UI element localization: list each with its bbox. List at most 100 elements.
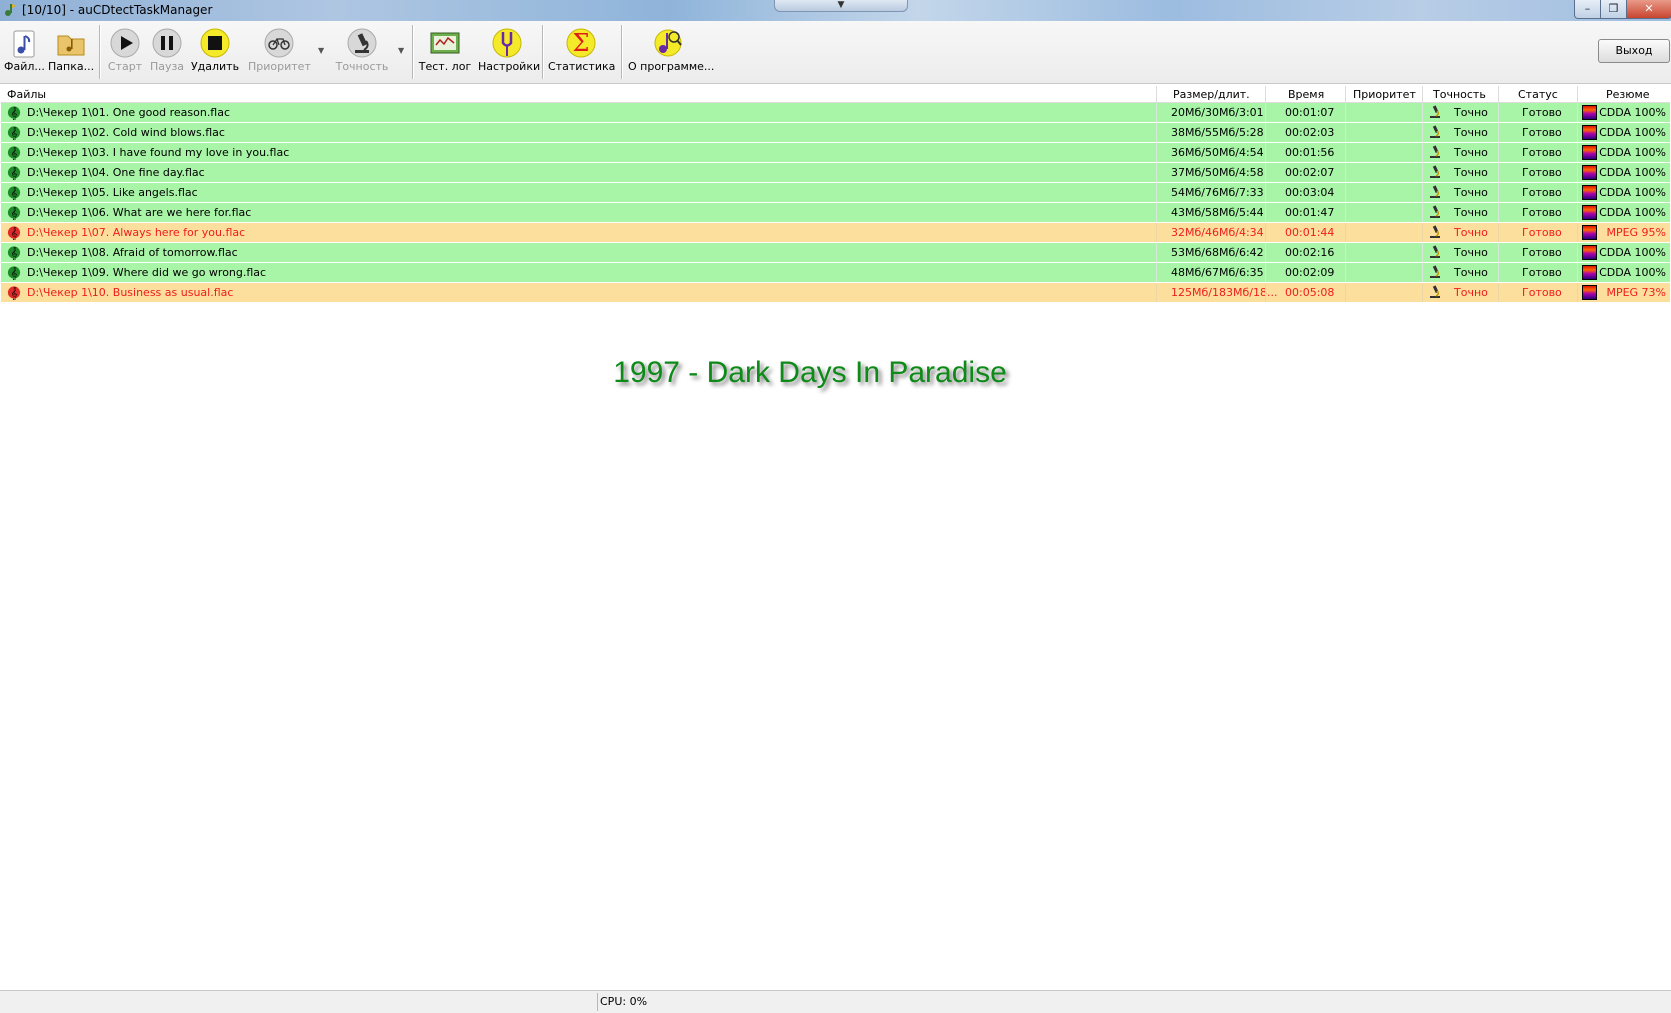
table-row[interactable]: 𝄞 D:\Чекер 1\02. Cold wind blows.flac 38Мб… [1, 123, 1670, 143]
status-value: Готово [1522, 266, 1562, 279]
pause-icon [152, 28, 182, 58]
accuracy-value: Точно [1454, 286, 1488, 299]
summary-value: CDDA 100% [1599, 146, 1666, 159]
column-divider [1577, 283, 1578, 302]
header-size[interactable]: Размер/длит. [1173, 88, 1250, 101]
status-bar: CPU: 0% [0, 990, 1671, 1013]
svg-text:𝄞: 𝄞 [11, 167, 18, 180]
treble-clef-icon: 𝄞 [7, 246, 21, 260]
header-time[interactable]: Время [1288, 88, 1324, 101]
column-divider [1265, 283, 1266, 302]
header-accuracy[interactable]: Точность [1433, 88, 1486, 101]
column-divider [1156, 86, 1157, 102]
column-divider [1577, 263, 1578, 282]
column-divider [1265, 86, 1266, 102]
column-divider [1577, 123, 1578, 142]
elapsed-time: 00:03:04 [1285, 186, 1335, 199]
table-row[interactable]: 𝄞 D:\Чекер 1\08. Afraid of tomorrow.flac 5… [1, 243, 1670, 263]
accuracy-value: Точно [1454, 226, 1488, 239]
table-row[interactable]: 𝄞 D:\Чекер 1\07. Always here for you.flac… [1, 223, 1670, 243]
svg-text:𝄞: 𝄞 [11, 107, 18, 120]
column-divider [1498, 283, 1499, 302]
microscope-icon [1430, 265, 1440, 278]
start-button[interactable]: Старт [105, 25, 145, 81]
sigma-icon: Σ [566, 28, 596, 58]
cpu-usage: CPU: 0% [600, 995, 648, 1008]
treble-clef-icon: 𝄞 [7, 126, 21, 140]
treble-clef-icon: 𝄞 [7, 206, 21, 220]
table-row[interactable]: 𝄞 D:\Чекер 1\06. What are we here for.fla… [1, 203, 1670, 223]
column-divider [1265, 143, 1266, 162]
add-folder-button[interactable]: Папка... [48, 25, 94, 81]
table-row[interactable]: 𝄞 D:\Чекер 1\05. Like angels.flac 54Мб/76М… [1, 183, 1670, 203]
header-summary[interactable]: Резюме [1606, 88, 1650, 101]
album-title-label: 1997 - Dark Days In Paradise [613, 356, 1007, 389]
priority-dropdown-arrow[interactable]: ▼ [318, 46, 324, 55]
about-note-icon [654, 29, 682, 57]
column-divider [1345, 203, 1346, 222]
header-status[interactable]: Статус [1518, 88, 1558, 101]
file-path: D:\Чекер 1\09. Where did we go wrong.fla… [27, 266, 267, 279]
accuracy-value: Точно [1454, 146, 1488, 159]
column-divider [1498, 263, 1499, 282]
accuracy-value: Точно [1454, 186, 1488, 199]
priority-button[interactable]: Приоритет [248, 25, 311, 81]
statistics-button[interactable]: Σ Статистика [548, 25, 615, 81]
pause-button[interactable]: Пауза [147, 25, 187, 81]
column-divider [1422, 263, 1423, 282]
status-value: Готово [1522, 106, 1562, 119]
header-priority[interactable]: Приоритет [1353, 88, 1416, 101]
treble-clef-icon: 𝄞 [7, 166, 21, 180]
spectrogram-icon [1582, 145, 1597, 160]
table-row[interactable]: 𝄞 D:\Чекер 1\09. Where did we go wrong.fl… [1, 263, 1670, 283]
file-path: D:\Чекер 1\10. Business as usual.flac [27, 286, 234, 299]
spectrogram-icon [1582, 105, 1597, 120]
column-divider [1345, 243, 1346, 262]
accuracy-dropdown-arrow[interactable]: ▼ [398, 46, 404, 55]
svg-text:𝄞: 𝄞 [11, 127, 18, 140]
minimize-button[interactable]: – [1574, 0, 1601, 19]
file-size-duration: 20Мб/30Мб/3:01 [1171, 106, 1264, 119]
add-files-button[interactable]: Файл... [4, 25, 45, 81]
column-divider [1498, 203, 1499, 222]
table-row[interactable]: 𝄞 D:\Чекер 1\10. Business as usual.flac 12… [1, 283, 1670, 303]
table-row[interactable]: 𝄞 D:\Чекер 1\01. One good reason.flac 20Мб… [1, 103, 1670, 123]
microscope-icon [1430, 285, 1440, 298]
file-size-duration: 43Мб/58Мб/5:44 [1171, 206, 1264, 219]
tuning-fork-icon [492, 28, 522, 58]
status-value: Готово [1522, 286, 1562, 299]
music-folder-icon [57, 35, 85, 56]
elapsed-time: 00:01:47 [1285, 206, 1335, 219]
test-log-button[interactable]: Тест. лог [418, 25, 472, 81]
column-divider [1345, 263, 1346, 282]
column-divider [1265, 203, 1266, 222]
settings-button[interactable]: Настройки [478, 25, 540, 81]
table-row[interactable]: 𝄞 D:\Чекер 1\03. I have found my love in … [1, 143, 1670, 163]
about-button[interactable]: О программе... [628, 25, 714, 81]
maximize-button[interactable]: ❐ [1600, 0, 1627, 19]
delete-button[interactable]: Удалить [190, 25, 240, 81]
close-button[interactable]: ✕ [1626, 0, 1671, 19]
column-divider [1345, 283, 1346, 302]
accuracy-button[interactable]: Точность [334, 25, 390, 81]
elapsed-time: 00:01:07 [1285, 106, 1335, 119]
table-row[interactable]: 𝄞 D:\Чекер 1\04. One fine day.flac 37Мб/50… [1, 163, 1670, 183]
summary-value: CDDA 100% [1599, 106, 1666, 119]
stop-icon [200, 28, 230, 58]
exit-button[interactable]: Выход [1598, 39, 1670, 63]
accuracy-value: Точно [1454, 166, 1488, 179]
table-body: 𝄞 D:\Чекер 1\01. One good reason.flac 20Мб… [1, 103, 1670, 303]
treble-clef-icon: 𝄞 [7, 266, 21, 280]
column-divider [1422, 283, 1423, 302]
status-value: Готово [1522, 186, 1562, 199]
header-files[interactable]: Файлы [7, 88, 46, 101]
summary-value: CDDA 100% [1599, 266, 1666, 279]
file-size-duration: 37Мб/50Мб/4:58 [1171, 166, 1264, 179]
column-divider [1422, 86, 1423, 102]
toolbar-separator [542, 25, 544, 79]
bicycle-icon [264, 28, 294, 58]
column-divider [1156, 223, 1157, 242]
titlebar-dropdown-toggle[interactable]: ▼ [774, 0, 908, 12]
column-divider [1265, 103, 1266, 122]
column-divider [1422, 163, 1423, 182]
